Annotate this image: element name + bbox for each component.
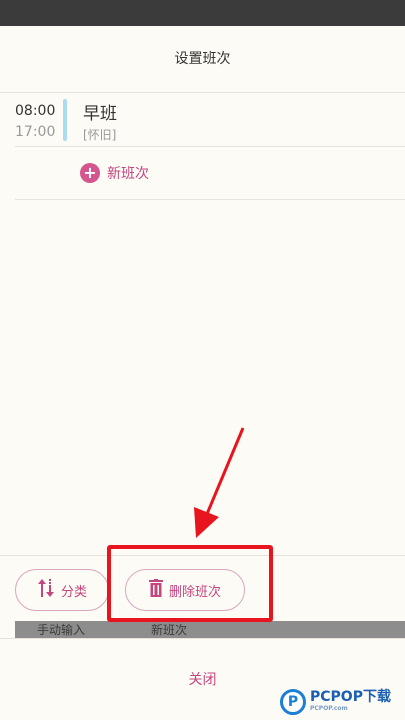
watermark-sub: PCPOP.com xyxy=(310,705,348,712)
watermark-text: PCPOP下载 PCPOP.com xyxy=(310,690,391,713)
pointer-arrow-icon xyxy=(194,427,245,538)
watermark: P PCPOP下载 PCPOP.com xyxy=(280,683,405,720)
watermark-main: PCPOP下载 xyxy=(310,689,391,705)
watermark-logo-icon: P xyxy=(280,688,306,715)
